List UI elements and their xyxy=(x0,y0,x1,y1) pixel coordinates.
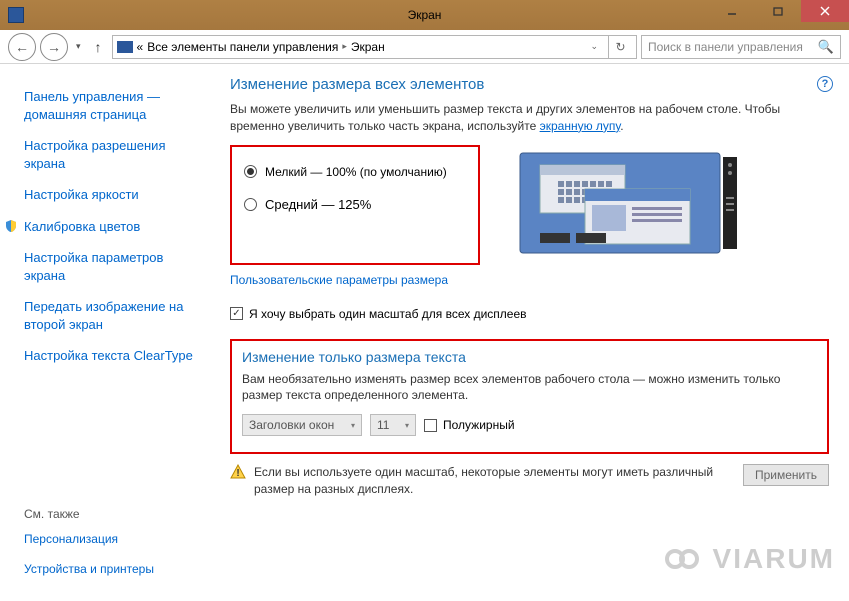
maximize-button[interactable] xyxy=(755,0,801,22)
svg-text:!: ! xyxy=(236,468,239,479)
sidebar-footer-personalization[interactable]: Персонализация xyxy=(24,531,198,547)
sidebar-link-resolution[interactable]: Настройка разрешения экрана xyxy=(24,137,198,172)
description-1: Вы можете увеличить или уменьшить размер… xyxy=(230,101,829,135)
radio-small-100[interactable]: Мелкий — 100% (по умолчанию) xyxy=(244,165,466,179)
bold-checkbox[interactable]: Полужирный xyxy=(424,418,515,432)
titlebar: Экран xyxy=(0,0,849,30)
search-icon: 🔍 xyxy=(818,39,834,55)
help-icon[interactable]: ? xyxy=(817,76,833,92)
magnifier-link[interactable]: экранную лупу xyxy=(540,119,621,133)
address-bar[interactable]: « Все элементы панели управления ▸ Экран… xyxy=(112,35,637,59)
sidebar-footer-devices[interactable]: Устройства и принтеры xyxy=(24,561,198,577)
minimize-button[interactable] xyxy=(709,0,755,22)
checkbox-icon: ✓ xyxy=(230,307,243,320)
heading-text-only: Изменение только размера текста xyxy=(242,349,817,365)
location-icon xyxy=(117,41,133,53)
custom-size-link[interactable]: Пользовательские параметры размера xyxy=(230,273,829,287)
chevron-down-icon: ▾ xyxy=(351,421,355,430)
breadcrumb-prefix: « xyxy=(137,40,144,54)
scale-radio-group: Мелкий — 100% (по умолчанию) Средний — 1… xyxy=(230,145,480,265)
close-button[interactable] xyxy=(801,0,849,22)
history-dropdown-icon[interactable]: ▾ xyxy=(76,41,81,52)
chevron-down-icon[interactable]: ⌄ xyxy=(590,41,598,52)
text-size-section: Изменение только размера текста Вам необ… xyxy=(230,339,829,455)
heading-size-all: Изменение размера всех элементов xyxy=(230,76,829,93)
size-combo[interactable]: 11▾ xyxy=(370,414,416,436)
window-title: Экран xyxy=(408,8,442,22)
main-content: ? Изменение размера всех элементов Вы мо… xyxy=(212,64,849,601)
description-2: Вам необязательно изменять размер всех э… xyxy=(242,371,817,405)
forward-button[interactable]: → xyxy=(40,33,68,61)
warning-icon: ! xyxy=(230,464,246,480)
back-button[interactable]: ← xyxy=(8,33,36,61)
radio-icon xyxy=(244,165,257,178)
sidebar: Панель управления — домашняя страница На… xyxy=(0,64,212,601)
navbar: ← → ▾ ↑ « Все элементы панели управления… xyxy=(0,30,849,64)
refresh-button[interactable]: ↻ xyxy=(608,36,632,58)
monitor-preview-icon xyxy=(500,145,745,265)
sidebar-link-display-params[interactable]: Настройка параметров экрана xyxy=(24,249,198,284)
radio-medium-125[interactable]: Средний — 125% xyxy=(244,197,466,212)
element-combo[interactable]: Заголовки окон▾ xyxy=(242,414,362,436)
checkbox-icon xyxy=(424,419,437,432)
up-button[interactable]: ↑ xyxy=(95,39,102,55)
chevron-right-icon: ▸ xyxy=(342,41,347,52)
sidebar-link-home[interactable]: Панель управления — домашняя страница xyxy=(24,88,198,123)
shield-icon xyxy=(4,219,18,233)
sidebar-link-calibration[interactable]: Калибровка цветов xyxy=(24,218,198,236)
sidebar-footer-heading: См. также xyxy=(24,507,198,521)
sidebar-link-brightness[interactable]: Настройка яркости xyxy=(24,186,198,204)
warning-text: Если вы используете один масштаб, некото… xyxy=(254,464,735,498)
watermark: VIARUM xyxy=(661,543,835,575)
single-scale-checkbox[interactable]: ✓ Я хочу выбрать один масштаб для всех д… xyxy=(230,307,829,321)
sidebar-link-project[interactable]: Передать изображение на второй экран xyxy=(24,298,198,333)
search-input[interactable]: Поиск в панели управления 🔍 xyxy=(641,35,841,59)
breadcrumb-item[interactable]: Экран xyxy=(351,40,385,54)
search-placeholder: Поиск в панели управления xyxy=(648,40,803,54)
sidebar-link-cleartype[interactable]: Настройка текста ClearType xyxy=(24,347,198,365)
radio-icon xyxy=(244,198,257,211)
system-icon xyxy=(8,7,24,23)
apply-button[interactable]: Применить xyxy=(743,464,829,486)
breadcrumb-item[interactable]: Все элементы панели управления xyxy=(147,40,338,54)
chevron-down-icon: ▾ xyxy=(405,421,409,430)
